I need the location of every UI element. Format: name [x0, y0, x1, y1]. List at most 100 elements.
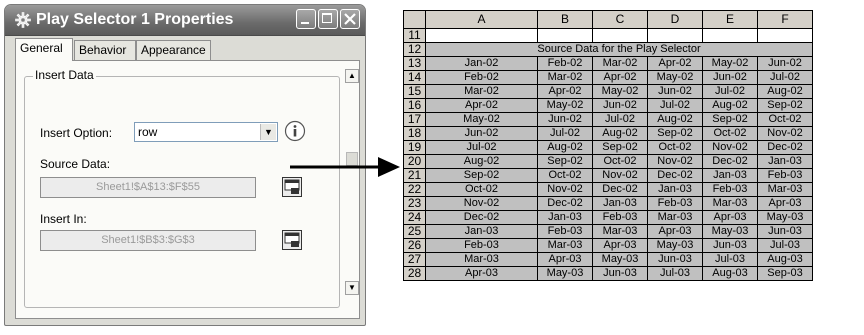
sheet-cell[interactable]: Apr-03 — [702, 210, 758, 225]
sheet-cell[interactable]: Jan-03 — [702, 168, 758, 183]
sheet-cell[interactable]: Dec-02 — [425, 210, 538, 225]
sheet-cell[interactable]: Oct-02 — [537, 168, 593, 183]
sheet-cell[interactable]: Oct-02 — [702, 126, 758, 141]
sheet-cell[interactable]: Mar-02 — [537, 70, 593, 85]
sheet-cell[interactable]: May-03 — [592, 252, 648, 267]
sheet-cell[interactable]: Jun-03 — [757, 224, 813, 239]
column-header[interactable]: B — [537, 10, 593, 29]
row-header[interactable]: 14 — [403, 70, 426, 85]
sheet-cell[interactable]: Apr-02 — [647, 56, 703, 71]
sheet-cell[interactable]: Feb-03 — [757, 168, 813, 183]
sheet-cell[interactable]: Jan-03 — [425, 224, 538, 239]
range-select-icon[interactable] — [282, 177, 302, 197]
sheet-cell[interactable]: Mar-03 — [702, 196, 758, 211]
row-header[interactable]: 20 — [403, 154, 426, 169]
sheet-cell[interactable]: Jun-02 — [647, 84, 703, 99]
sheet-cell[interactable]: May-03 — [537, 266, 593, 281]
sheet-cell[interactable]: May-02 — [647, 70, 703, 85]
sheet-cell[interactable]: Jun-02 — [592, 98, 648, 113]
sheet-cell[interactable]: Jul-03 — [647, 266, 703, 281]
sheet-cell[interactable]: May-02 — [425, 112, 538, 127]
tab-appearance[interactable]: Appearance — [136, 40, 211, 60]
sheet-cell[interactable]: Apr-03 — [592, 238, 648, 253]
range-select-icon[interactable] — [282, 230, 302, 250]
sheet-cell[interactable]: Feb-02 — [537, 56, 593, 71]
sheet-cell[interactable]: Jan-03 — [537, 210, 593, 225]
sheet-cell[interactable]: Apr-02 — [592, 70, 648, 85]
sheet-cell[interactable]: Mar-03 — [647, 210, 703, 225]
sheet-cell[interactable]: Aug-02 — [425, 154, 538, 169]
row-header[interactable]: 19 — [403, 140, 426, 155]
chevron-down-icon[interactable]: ▼ — [260, 124, 276, 140]
sheet-cell[interactable]: May-02 — [702, 56, 758, 71]
row-header[interactable]: 24 — [403, 210, 426, 225]
sheet-cell[interactable]: Mar-02 — [592, 56, 648, 71]
sheet-cell[interactable]: Jan-02 — [425, 56, 538, 71]
sheet-cell[interactable] — [592, 28, 648, 43]
scroll-up-icon[interactable]: ▲ — [345, 69, 359, 83]
sheet-cell[interactable]: Dec-02 — [757, 140, 813, 155]
sheet-cell[interactable]: Mar-02 — [425, 84, 538, 99]
sheet-cell[interactable]: Jun-02 — [425, 126, 538, 141]
sheet-cell[interactable]: Oct-02 — [647, 140, 703, 155]
sheet-cell[interactable]: Apr-03 — [647, 224, 703, 239]
sheet-cell[interactable]: Sep-03 — [757, 266, 813, 281]
sheet-cell[interactable]: Dec-02 — [702, 154, 758, 169]
sheet-cell[interactable]: Aug-03 — [702, 266, 758, 281]
sheet-cell[interactable] — [537, 28, 593, 43]
sheet-cell[interactable]: Mar-03 — [592, 224, 648, 239]
sheet-cell[interactable]: Dec-02 — [592, 182, 648, 197]
sheet-cell[interactable]: Jun-03 — [647, 252, 703, 267]
sheet-cell[interactable]: Jun-03 — [702, 238, 758, 253]
row-header[interactable]: 22 — [403, 182, 426, 197]
sheet-cell[interactable]: May-03 — [647, 238, 703, 253]
sheet-title-cell[interactable]: Source Data for the Play Selector — [425, 42, 813, 57]
sheet-cell[interactable]: Aug-02 — [592, 126, 648, 141]
sheet-cell[interactable]: Jan-03 — [592, 196, 648, 211]
sheet-cell[interactable]: Dec-02 — [537, 196, 593, 211]
sheet-cell[interactable]: Mar-03 — [537, 238, 593, 253]
row-header[interactable]: 23 — [403, 196, 426, 211]
sheet-cell[interactable]: Nov-02 — [537, 182, 593, 197]
sheet-cell[interactable]: Nov-02 — [757, 126, 813, 141]
column-header[interactable]: D — [647, 10, 703, 29]
sheet-cell[interactable]: Dec-02 — [647, 168, 703, 183]
sheet-cell[interactable]: Nov-02 — [592, 168, 648, 183]
sheet-cell[interactable]: Sep-02 — [537, 154, 593, 169]
title-bar[interactable]: Play Selector 1 Properties — [5, 5, 365, 36]
row-header[interactable]: 21 — [403, 168, 426, 183]
close-button[interactable] — [340, 9, 360, 29]
sheet-cell[interactable]: Apr-02 — [537, 84, 593, 99]
tab-behavior[interactable]: Behavior — [74, 40, 136, 60]
maximize-button[interactable] — [318, 9, 338, 29]
sheet-cell[interactable]: Jun-02 — [757, 56, 813, 71]
row-header[interactable]: 12 — [403, 42, 426, 57]
vertical-scrollbar[interactable]: ▲ ▼ — [345, 69, 359, 319]
sheet-cell[interactable]: Apr-03 — [757, 196, 813, 211]
sheet-cell[interactable]: Mar-03 — [425, 252, 538, 267]
sheet-cell[interactable]: Feb-03 — [425, 238, 538, 253]
tab-general[interactable]: General — [15, 38, 73, 61]
sheet-cell[interactable]: Jul-02 — [592, 112, 648, 127]
sheet-cell[interactable]: Apr-03 — [425, 266, 538, 281]
sheet-cell[interactable]: Aug-02 — [537, 140, 593, 155]
sheet-cell[interactable]: Feb-02 — [425, 70, 538, 85]
sheet-cell[interactable]: Nov-02 — [702, 140, 758, 155]
column-header[interactable]: E — [702, 10, 758, 29]
sheet-cell[interactable]: Oct-02 — [757, 112, 813, 127]
row-header[interactable]: 25 — [403, 224, 426, 239]
scroll-down-icon[interactable]: ▼ — [345, 281, 359, 295]
sheet-cell[interactable]: Oct-02 — [592, 154, 648, 169]
sheet-cell[interactable]: Jul-02 — [425, 140, 538, 155]
sheet-cell[interactable]: Sep-02 — [592, 140, 648, 155]
sheet-cell[interactable] — [702, 28, 758, 43]
sheet-cell[interactable]: Sep-02 — [647, 126, 703, 141]
sheet-cell[interactable]: Apr-03 — [537, 252, 593, 267]
sheet-cell[interactable]: Jan-03 — [647, 182, 703, 197]
sheet-cell[interactable]: Jul-02 — [757, 70, 813, 85]
insert-option-select[interactable]: row ▼ — [134, 122, 278, 142]
sheet-corner[interactable] — [403, 10, 426, 29]
sheet-cell[interactable]: Jul-02 — [537, 126, 593, 141]
source-data-field[interactable]: Sheet1!$A$13:$F$55 — [40, 177, 256, 198]
sheet-cell[interactable]: Jan-03 — [757, 154, 813, 169]
